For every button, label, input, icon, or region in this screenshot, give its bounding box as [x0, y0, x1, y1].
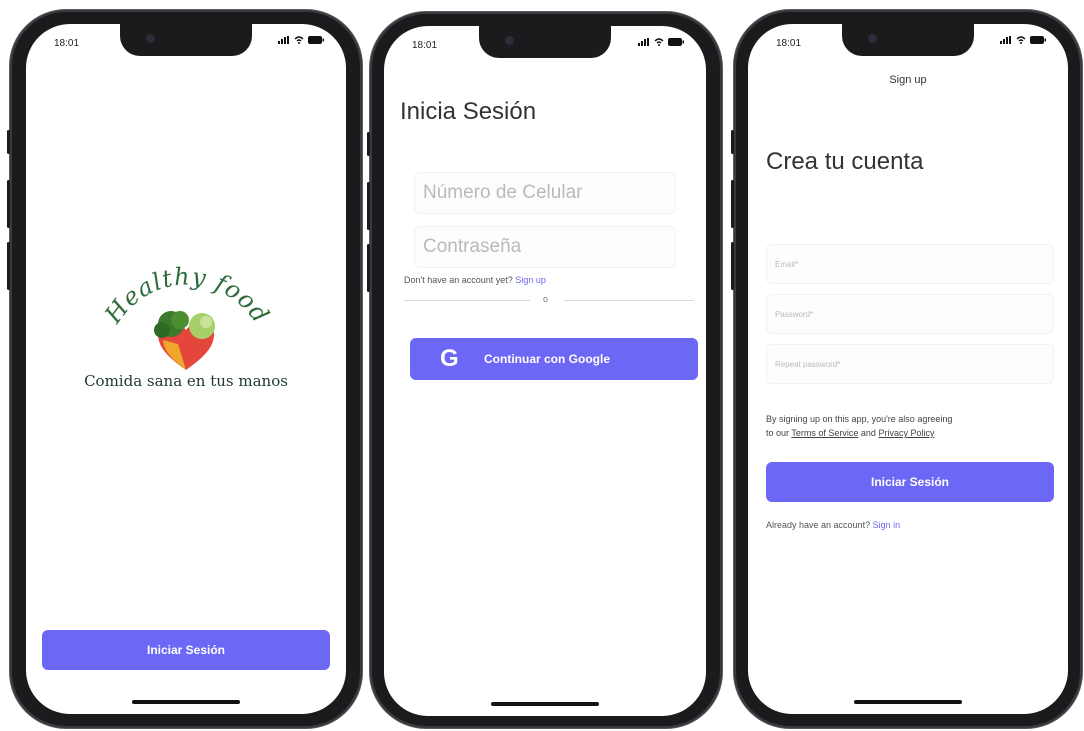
sign-in-link[interactable]: Sign in: [873, 520, 901, 530]
signal-icon: [638, 38, 649, 46]
google-button-label: Continuar con Google: [484, 352, 610, 366]
login-button[interactable]: Iniciar Sesión: [42, 630, 330, 670]
notch: [120, 24, 252, 56]
divider-line-left: [404, 300, 530, 301]
heart-vegetables-icon: [154, 311, 215, 370]
screen: 18:01 Sign up Crea tu cuenta Email* Pass…: [748, 24, 1068, 714]
signal-icon: [1000, 36, 1011, 44]
side-button: [731, 130, 734, 154]
phone-placeholder: Número de Celular: [423, 182, 583, 203]
page-title: Crea tu cuenta: [766, 148, 924, 175]
app-logo: Healthy food Comida sana en tus manos: [70, 260, 302, 410]
sign-up-link[interactable]: Sign up: [515, 275, 546, 285]
terms-of-service-link[interactable]: Terms of Service: [791, 428, 858, 438]
phone-field[interactable]: Número de Celular: [414, 172, 676, 214]
side-button: [7, 180, 10, 228]
google-login-button[interactable]: G Continuar con Google: [410, 338, 698, 380]
home-indicator: [132, 700, 240, 704]
status-time: 18:01: [54, 38, 80, 49]
email-field[interactable]: Email*: [766, 244, 1054, 284]
signup-submit-button[interactable]: Iniciar Sesión: [766, 462, 1054, 502]
phone-login: 18:01 Inicia Sesión Número de Celular Co…: [367, 12, 722, 728]
status-icons: [1000, 36, 1046, 44]
nav-title: Sign up: [889, 74, 927, 86]
side-button: [731, 180, 734, 228]
page-title: Inicia Sesión: [400, 98, 537, 125]
divider-text: o: [543, 294, 549, 304]
repeat-password-placeholder: Repeat password*: [775, 359, 841, 369]
camera: [505, 36, 514, 45]
terms-and: and: [860, 428, 876, 438]
phone-splash: 18:01 Healthy food Comida sana en tus ma…: [7, 10, 362, 728]
password-placeholder: Contraseña: [423, 236, 522, 257]
repeat-password-field[interactable]: Repeat password*: [766, 344, 1054, 384]
signup-prompt: Don't have an account yet? Sign up: [404, 275, 546, 285]
status-icons: [278, 36, 324, 44]
battery-icon: [308, 36, 324, 44]
google-g-icon: G: [440, 345, 459, 372]
wifi-icon: [1016, 36, 1026, 44]
no-account-text: Don't have an account yet?: [404, 275, 513, 285]
side-button: [7, 242, 10, 290]
terms-line-2: to our Terms of Service and Privacy Poli…: [766, 426, 1056, 440]
battery-icon: [1030, 36, 1046, 44]
battery-icon: [668, 38, 684, 46]
camera: [146, 34, 155, 43]
terms-text: By signing up on this app, you're also a…: [766, 412, 1056, 440]
terms-prefix: to our: [766, 428, 790, 438]
divider: o: [404, 294, 694, 306]
side-button: [367, 132, 370, 156]
signin-prompt: Already have an account? Sign in: [766, 520, 900, 530]
screen: 18:01 Healthy food Comida sana en tus ma…: [26, 24, 346, 714]
signal-icon: [278, 36, 289, 44]
status-time: 18:01: [412, 40, 438, 51]
notch: [842, 24, 974, 56]
wifi-icon: [294, 36, 304, 44]
home-indicator: [491, 702, 599, 706]
status-time: 18:01: [776, 38, 802, 49]
status-icons: [638, 38, 684, 46]
camera: [868, 34, 877, 43]
tagline: Comida sana en tus manos: [84, 372, 288, 390]
notch: [479, 26, 611, 58]
wifi-icon: [654, 38, 664, 46]
side-button: [367, 182, 370, 230]
side-button: [367, 244, 370, 292]
side-button: [7, 130, 10, 154]
password-field[interactable]: Contraseña: [414, 226, 676, 268]
divider-line-right: [564, 300, 694, 301]
terms-line-1: By signing up on this app, you're also a…: [766, 414, 953, 424]
screen: 18:01 Inicia Sesión Número de Celular Co…: [384, 26, 706, 716]
password-placeholder: Password*: [775, 309, 814, 319]
have-account-text: Already have an account?: [766, 520, 871, 530]
password-field[interactable]: Password*: [766, 294, 1054, 334]
home-indicator: [854, 700, 962, 704]
email-placeholder: Email*: [775, 259, 799, 269]
phone-signup: 18:01 Sign up Crea tu cuenta Email* Pass…: [731, 10, 1082, 728]
privacy-policy-link[interactable]: Privacy Policy: [878, 428, 934, 438]
side-button: [731, 242, 734, 290]
